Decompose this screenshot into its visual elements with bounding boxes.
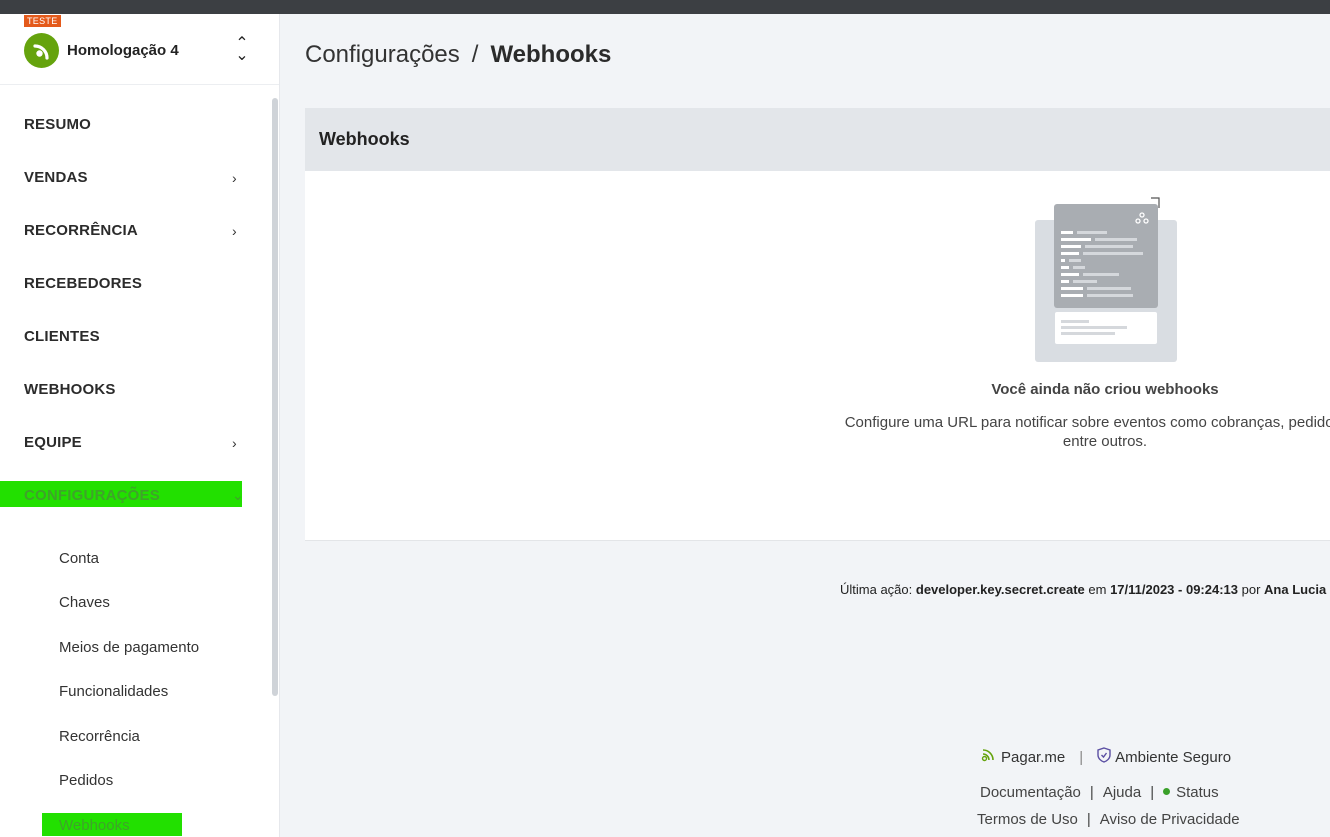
chevron-up-down-icon[interactable]: ⌃ ⌄: [233, 36, 251, 64]
footer-brand-name[interactable]: Pagar.me: [1001, 749, 1065, 766]
account-name: Homologação 4: [67, 42, 179, 59]
shield-icon: [1097, 747, 1111, 767]
nav-item-equipe[interactable]: EQUIPE ›: [0, 416, 270, 469]
breadcrumb-current: Webhooks: [490, 41, 612, 68]
footer-secure-label: Ambiente Seguro: [1115, 748, 1232, 766]
chevron-right-icon: ›: [232, 169, 237, 186]
footer-divider: |: [1079, 748, 1084, 766]
sub-item-label: Webhooks: [59, 816, 130, 834]
last-action-label: Última ação:: [840, 582, 913, 597]
empty-state-description-line: entre outros.: [1062, 433, 1148, 450]
empty-state-title: Você ainda não criou webhooks: [991, 381, 1219, 398]
browser-toolbar-strip: [0, 0, 1330, 14]
nav-item-recebedores[interactable]: RECEBEDORES: [0, 257, 270, 310]
nav-item-configuracoes[interactable]: CONFIGURAÇÕES ⌄: [0, 469, 270, 522]
footer-divider: |: [1089, 784, 1094, 801]
sub-item-label: Pedidos: [59, 772, 114, 790]
last-action-event: developer.key.secret.create: [915, 582, 1085, 597]
footer-brand: Pagar.me | Ambiente Seguro: [980, 746, 1231, 768]
footer-link-help[interactable]: Ajuda: [1103, 784, 1141, 801]
sub-item-label: Recorrência: [59, 727, 140, 745]
webhooks-card: Webhooks Você ainda não criou webhooks C…: [305, 108, 1330, 541]
footer-link-status-label: Status: [1176, 784, 1219, 801]
nav-item-clientes[interactable]: CLIENTES: [0, 310, 270, 363]
sub-item-recorrencia[interactable]: Recorrência: [0, 714, 270, 759]
pagarme-logo-icon: [980, 746, 997, 768]
empty-state-description: Configure uma URL para notificar sobre e…: [785, 413, 1330, 451]
footer-divider: |: [1086, 811, 1091, 828]
main-nav: RESUMO VENDAS › RECORRÊNCIA › RECEBEDORE…: [0, 98, 270, 522]
sub-item-meios-de-pagamento[interactable]: Meios de pagamento: [0, 625, 270, 670]
empty-webhooks-illustration-icon: [1031, 196, 1179, 364]
nav-item-label: RECEBEDORES: [24, 275, 143, 292]
settings-subnav: Conta Chaves Meios de pagamento Funciona…: [0, 536, 270, 837]
chevron-right-icon: ›: [232, 434, 237, 451]
main-content: Configurações / Webhooks Webhooks Você a…: [280, 14, 1330, 837]
environment-badge: TESTE: [24, 15, 61, 27]
last-action-user: Ana Lucia Ba: [1264, 582, 1330, 597]
sub-item-funcionalidades[interactable]: Funcionalidades: [0, 670, 270, 715]
footer-divider: |: [1150, 784, 1155, 801]
empty-state-description-line: Configure uma URL para notificar sobre e…: [844, 414, 1330, 431]
nav-item-label: RESUMO: [24, 116, 92, 133]
footer-link-status[interactable]: Status: [1163, 784, 1219, 801]
card-title: Webhooks: [305, 108, 1330, 171]
chevron-right-icon: ›: [232, 222, 237, 239]
nav-item-webhooks[interactable]: WEBHOOKS: [0, 363, 270, 416]
nav-item-label: CLIENTES: [24, 328, 100, 345]
footer-link-terms[interactable]: Termos de Uso: [977, 811, 1078, 828]
nav-item-vendas[interactable]: VENDAS ›: [0, 151, 270, 204]
last-action-datetime: 17/11/2023 - 09:24:13: [1110, 582, 1238, 597]
sub-item-pedidos[interactable]: Pedidos: [0, 759, 270, 804]
last-action-on: em: [1088, 582, 1107, 597]
sub-item-label: Chaves: [59, 594, 110, 612]
sub-item-conta[interactable]: Conta: [0, 536, 270, 581]
sub-item-label: Funcionalidades: [59, 683, 169, 701]
status-dot-icon: [1163, 787, 1171, 795]
nav-item-label: WEBHOOKS: [24, 381, 116, 398]
account-logo-icon: [24, 33, 59, 68]
sub-item-webhooks[interactable]: Webhooks: [0, 803, 270, 837]
nav-item-recorrencia[interactable]: RECORRÊNCIA ›: [0, 204, 270, 257]
footer-link-privacy[interactable]: Aviso de Privacidade: [1100, 811, 1240, 828]
nav-item-label: VENDAS: [24, 169, 88, 186]
footer-links-row-1: Documentação | Ajuda | Status: [980, 784, 1219, 801]
nav-item-label: CONFIGURAÇÕES: [24, 487, 160, 504]
nav-item-label: RECORRÊNCIA: [24, 222, 138, 239]
footer-links-row-2: Termos de Uso | Aviso de Privacidade: [977, 811, 1240, 828]
breadcrumb-parent[interactable]: Configurações: [305, 41, 460, 68]
sidebar-scrollbar[interactable]: [272, 98, 278, 696]
footer-link-docs[interactable]: Documentação: [980, 784, 1081, 801]
sub-item-label: Meios de pagamento: [59, 638, 200, 656]
nav-item-label: EQUIPE: [24, 434, 82, 451]
breadcrumb-separator: /: [471, 41, 479, 68]
nav-item-resumo[interactable]: RESUMO: [0, 98, 270, 151]
chevron-down-icon: ⌄: [232, 487, 244, 503]
last-action-info: Última ação: developer.key.secret.create…: [840, 582, 1330, 597]
sub-item-label: Conta: [59, 549, 100, 567]
last-action-by: por: [1241, 582, 1261, 597]
sidebar: Homologação 4 ⌃ ⌄ TESTE RESUMO VENDAS › R…: [0, 14, 280, 837]
sub-item-chaves[interactable]: Chaves: [0, 581, 270, 626]
breadcrumb: Configurações / Webhooks: [305, 41, 611, 69]
